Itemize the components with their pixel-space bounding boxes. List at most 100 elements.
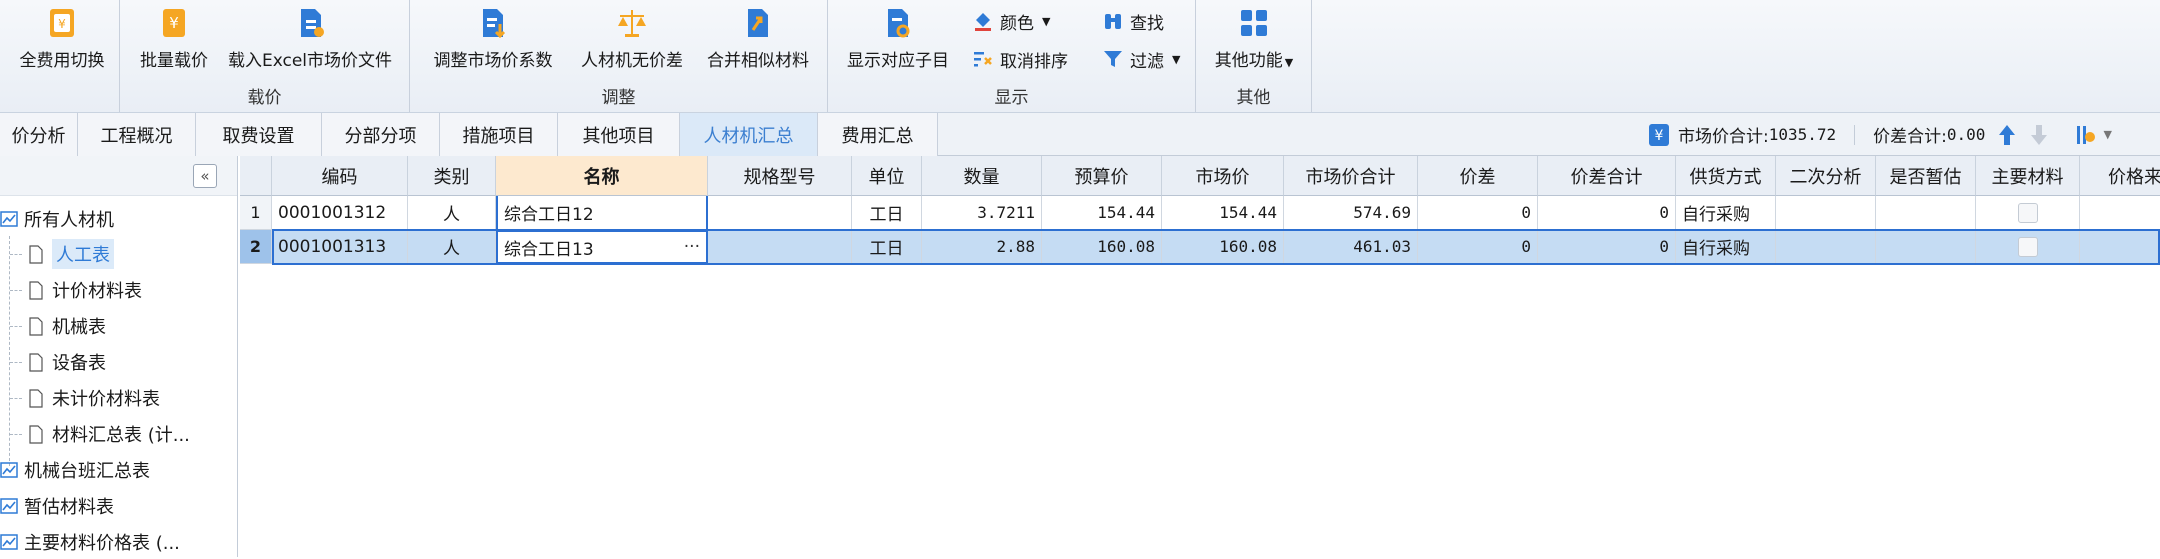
find-button[interactable]: 查找 — [1102, 6, 1164, 36]
column-header-supply-method[interactable]: 供货方式 — [1676, 156, 1776, 196]
show-sub-items-button[interactable]: 显示对应子目 — [842, 4, 954, 76]
tab-cost-summary[interactable]: 费用汇总 — [818, 113, 938, 156]
cell-market-price[interactable]: 160.08 — [1162, 230, 1284, 264]
tree-node-labor[interactable]: 人工表 — [28, 237, 114, 271]
column-header-spec[interactable]: 规格型号 — [708, 156, 852, 196]
collapse-panel-button[interactable]: « — [193, 164, 217, 188]
tree-node-unpriced-materials[interactable]: 未计价材料表 — [28, 381, 160, 415]
tree-node-material-summary[interactable]: 材料汇总表 (计... — [28, 417, 190, 451]
tab-divisions[interactable]: 分部分项 — [322, 113, 440, 156]
column-header-price-source[interactable]: 价格来 — [2080, 156, 2160, 196]
cancel-sort-button[interactable]: 取消排序 — [972, 44, 1068, 74]
ribbon-group-adjust: 调整市场价系数 人材机无价差 合并相似材料 调整 — [410, 0, 828, 112]
no-price-diff-button[interactable]: 人材机无价差 — [574, 4, 690, 76]
tree-node-equipment[interactable]: 设备表 — [28, 345, 106, 379]
cell-code[interactable]: 0001001313 — [272, 230, 408, 264]
filter-funnel-icon — [1104, 51, 1122, 67]
cell-quantity[interactable]: 3.7211 — [922, 196, 1042, 230]
tab-price-analysis[interactable]: 价分析 — [0, 113, 78, 156]
category-tree: « 所有人材机 人工表 计价材料表 机械表 设备表 未计价材料表 材料汇总表 (… — [0, 156, 238, 557]
column-header-unit[interactable]: 单位 — [852, 156, 922, 196]
column-header-provisional[interactable]: 是否暂估 — [1876, 156, 1976, 196]
main-material-checkbox[interactable] — [2017, 202, 2038, 223]
document-icon — [29, 352, 43, 372]
cell-unit[interactable]: 工日 — [852, 230, 922, 264]
column-header-type[interactable]: 类别 — [408, 156, 496, 196]
ribbon-group-other: 其他功能 ▼ 其他 — [1196, 0, 1312, 112]
ellipsis-button[interactable]: ··· — [684, 237, 700, 257]
column-header-price-diff[interactable]: 价差 — [1418, 156, 1538, 196]
cell-spec[interactable] — [708, 230, 852, 264]
tree-node-provisional-materials[interactable]: 暂估材料表 — [0, 489, 114, 523]
tab-measures[interactable]: 措施项目 — [440, 113, 558, 156]
tab-fee-settings[interactable]: 取费设置 — [196, 113, 322, 156]
load-excel-button[interactable]: 载入Excel市场价文件 — [224, 4, 396, 76]
cell-budget-price[interactable]: 154.44 — [1042, 196, 1162, 230]
cell-diff-total[interactable]: 0 — [1538, 196, 1676, 230]
cell-market-total[interactable]: 461.03 — [1284, 230, 1418, 264]
cell-price-diff[interactable]: 0 — [1418, 230, 1538, 264]
cell-diff-total[interactable]: 0 — [1538, 230, 1676, 264]
cell-market-total[interactable]: 574.69 — [1284, 196, 1418, 230]
ribbon-group-label-display: 显示 — [994, 88, 1029, 108]
cell-provisional[interactable] — [1876, 230, 1976, 264]
full-cost-switch-button[interactable]: ¥ 全费用切换 — [12, 4, 112, 76]
cell-supply-method[interactable]: 自行采购 — [1676, 196, 1776, 230]
svg-text:¥: ¥ — [58, 17, 66, 31]
cell-price-diff[interactable]: 0 — [1418, 196, 1538, 230]
tree-node-main-material-prices[interactable]: 主要材料价格表 (... — [0, 525, 180, 559]
cell-main-material[interactable] — [1976, 230, 2080, 264]
grid-apps-icon — [1241, 10, 1267, 36]
cell-name-editing[interactable]: 综合工日13 ··· — [496, 230, 708, 264]
cell-code[interactable]: 0001001312 — [272, 196, 408, 230]
arrow-up-icon[interactable] — [1997, 123, 2017, 147]
adjust-market-factor-button[interactable]: 调整市场价系数 — [428, 4, 558, 76]
column-header-secondary-analysis[interactable]: 二次分析 — [1776, 156, 1876, 196]
cell-provisional[interactable] — [1876, 196, 1976, 230]
column-settings-icon[interactable] — [2075, 123, 2101, 147]
column-header-market-price[interactable]: 市场价 — [1162, 156, 1284, 196]
column-settings-caret[interactable]: ▼ — [2103, 128, 2111, 141]
cell-spec[interactable] — [708, 196, 852, 230]
tree-node-priced-materials[interactable]: 计价材料表 — [28, 273, 142, 307]
tree-guide-line — [10, 290, 22, 291]
cell-type[interactable]: 人 — [408, 230, 496, 264]
column-header-budget-price[interactable]: 预算价 — [1042, 156, 1162, 196]
column-header-main-material[interactable]: 主要材料 — [1976, 156, 2080, 196]
cell-secondary-analysis[interactable] — [1776, 230, 1876, 264]
arrow-down-icon[interactable] — [2029, 123, 2049, 147]
main-material-checkbox[interactable] — [2017, 236, 2038, 257]
cell-supply-method[interactable]: 自行采购 — [1676, 230, 1776, 264]
column-header-quantity[interactable]: 数量 — [922, 156, 1042, 196]
cell-secondary-analysis[interactable] — [1776, 196, 1876, 230]
tree-guide-line — [10, 434, 22, 435]
cell-main-material[interactable] — [1976, 196, 2080, 230]
cell-type[interactable]: 人 — [408, 196, 496, 230]
other-functions-dropdown[interactable]: 其他功能 ▼ — [1206, 4, 1302, 76]
table-chart-icon — [0, 462, 18, 478]
tab-other-items[interactable]: 其他项目 — [558, 113, 680, 156]
tree-node-machine-shift-summary[interactable]: 机械台班汇总表 — [0, 453, 150, 487]
column-header-code[interactable]: 编码 — [272, 156, 408, 196]
cell-budget-price[interactable]: 160.08 — [1042, 230, 1162, 264]
cell-unit[interactable]: 工日 — [852, 196, 922, 230]
cell-price-source[interactable] — [2080, 230, 2160, 264]
tree-node-all-materials[interactable]: 所有人材机 — [0, 202, 114, 236]
cell-price-source[interactable] — [2080, 196, 2160, 230]
tab-labor-material-summary[interactable]: 人材机汇总 — [680, 113, 818, 156]
batch-load-price-button[interactable]: ¥ 批量载价 — [136, 4, 212, 76]
tab-project-overview[interactable]: 工程概况 — [78, 113, 196, 156]
cell-market-price[interactable]: 154.44 — [1162, 196, 1284, 230]
cell-quantity[interactable]: 2.88 — [922, 230, 1042, 264]
tree-guide-line — [10, 398, 22, 399]
ribbon-group-display: 显示对应子目 颜色 ▼ 取消排序 查找 过滤 ▼ 显示 — [828, 0, 1196, 112]
column-header-diff-total[interactable]: 价差合计 — [1538, 156, 1676, 196]
cell-name[interactable]: 综合工日12 — [496, 196, 708, 230]
merge-similar-button[interactable]: 合并相似材料 — [700, 4, 816, 76]
row-number: 1 — [240, 196, 272, 230]
color-dropdown[interactable]: 颜色 ▼ — [972, 6, 1050, 36]
tree-node-machinery[interactable]: 机械表 — [28, 309, 106, 343]
column-header-market-total[interactable]: 市场价合计 — [1284, 156, 1418, 196]
column-header-name[interactable]: 名称 — [496, 156, 708, 196]
filter-dropdown[interactable]: 过滤 ▼ — [1102, 44, 1180, 74]
